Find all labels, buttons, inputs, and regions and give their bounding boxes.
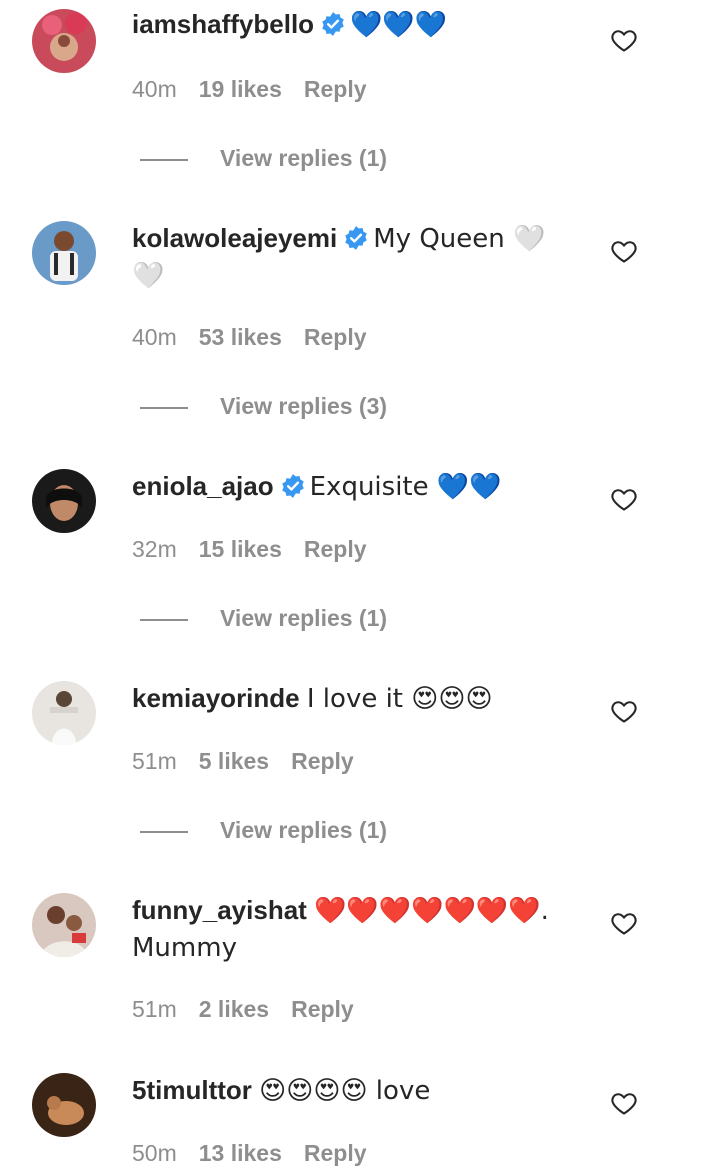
like-count[interactable]: 5 likes bbox=[199, 748, 269, 774]
divider-line bbox=[140, 158, 188, 161]
like-count[interactable]: 15 likes bbox=[199, 536, 282, 562]
comment-body: funny_ayishat ❤️❤️❤️❤️❤️❤️❤️. Mummy bbox=[132, 892, 572, 966]
view-replies-label: View replies (1) bbox=[220, 817, 388, 843]
divider-line bbox=[140, 406, 188, 409]
username[interactable]: kolawoleajeyemi bbox=[132, 223, 337, 253]
avatar[interactable] bbox=[32, 9, 96, 73]
view-replies-label: View replies (1) bbox=[220, 605, 388, 631]
comment-time: 51m bbox=[132, 996, 177, 1022]
like-heart-icon[interactable] bbox=[610, 485, 638, 513]
divider-line bbox=[140, 618, 188, 621]
view-replies-button[interactable]: View replies (1) bbox=[140, 603, 387, 633]
comment-time: 32m bbox=[132, 536, 177, 562]
username[interactable]: kemiayorinde bbox=[132, 683, 300, 713]
verified-badge-icon bbox=[280, 472, 306, 498]
like-heart-icon[interactable] bbox=[610, 1089, 638, 1117]
avatar[interactable] bbox=[32, 1073, 96, 1137]
comment-body: 5timulttor 😍😍😍😍 love bbox=[132, 1072, 572, 1109]
view-replies-button[interactable]: View replies (1) bbox=[140, 143, 387, 173]
comment-time: 40m bbox=[132, 76, 177, 102]
comment-body: kemiayorinde I love it 😍😍😍 bbox=[132, 680, 572, 717]
view-replies-button[interactable]: View replies (3) bbox=[140, 391, 387, 421]
comment-meta: 51m 5 likes Reply bbox=[132, 746, 376, 776]
comment-body: kolawoleajeyemi My Queen 🤍🤍 bbox=[132, 220, 572, 294]
comment-meta: 51m 2 likes Reply bbox=[132, 994, 376, 1024]
like-count[interactable]: 2 likes bbox=[199, 996, 269, 1022]
comment-time: 50m bbox=[132, 1140, 177, 1166]
like-heart-icon[interactable] bbox=[610, 909, 638, 937]
view-replies-button[interactable]: View replies (1) bbox=[140, 815, 387, 845]
comment-time: 51m bbox=[132, 748, 177, 774]
view-replies-label: View replies (3) bbox=[220, 393, 388, 419]
comment-body: iamshaffybello 💙💙💙 bbox=[132, 6, 572, 43]
verified-badge-icon bbox=[320, 10, 346, 36]
username[interactable]: iamshaffybello bbox=[132, 9, 314, 39]
avatar[interactable] bbox=[32, 221, 96, 285]
reply-button[interactable]: Reply bbox=[291, 748, 354, 774]
view-replies-label: View replies (1) bbox=[220, 145, 388, 171]
divider-line bbox=[140, 830, 188, 833]
comment-meta: 40m 19 likes Reply bbox=[132, 74, 389, 104]
reply-button[interactable]: Reply bbox=[304, 1140, 367, 1166]
reply-button[interactable]: Reply bbox=[304, 536, 367, 562]
username[interactable]: 5timulttor bbox=[132, 1075, 252, 1105]
reply-button[interactable]: Reply bbox=[304, 76, 367, 102]
comment-text: Exquisite 💙💙 bbox=[309, 472, 502, 502]
username[interactable]: funny_ayishat bbox=[132, 895, 307, 925]
comment-text: I love it 😍😍😍 bbox=[306, 684, 493, 714]
like-heart-icon[interactable] bbox=[610, 697, 638, 725]
comment-text: 💙💙💙 bbox=[350, 10, 448, 40]
comment-meta: 50m 13 likes Reply bbox=[132, 1138, 389, 1168]
verified-badge-icon bbox=[343, 224, 369, 250]
avatar[interactable] bbox=[32, 469, 96, 533]
like-count[interactable]: 13 likes bbox=[199, 1140, 282, 1166]
like-count[interactable]: 53 likes bbox=[199, 324, 282, 350]
reply-button[interactable]: Reply bbox=[291, 996, 354, 1022]
like-heart-icon[interactable] bbox=[610, 237, 638, 265]
comment-meta: 32m 15 likes Reply bbox=[132, 534, 389, 564]
username[interactable]: eniola_ajao bbox=[132, 471, 274, 501]
avatar[interactable] bbox=[32, 893, 96, 957]
avatar[interactable] bbox=[32, 681, 96, 745]
comment-meta: 40m 53 likes Reply bbox=[132, 322, 389, 352]
like-heart-icon[interactable] bbox=[610, 26, 638, 54]
like-count[interactable]: 19 likes bbox=[199, 76, 282, 102]
comment-text: 😍😍😍😍 love bbox=[259, 1076, 431, 1106]
comment-body: eniola_ajao Exquisite 💙💙 bbox=[132, 468, 572, 505]
reply-button[interactable]: Reply bbox=[304, 324, 367, 350]
comment-time: 40m bbox=[132, 324, 177, 350]
